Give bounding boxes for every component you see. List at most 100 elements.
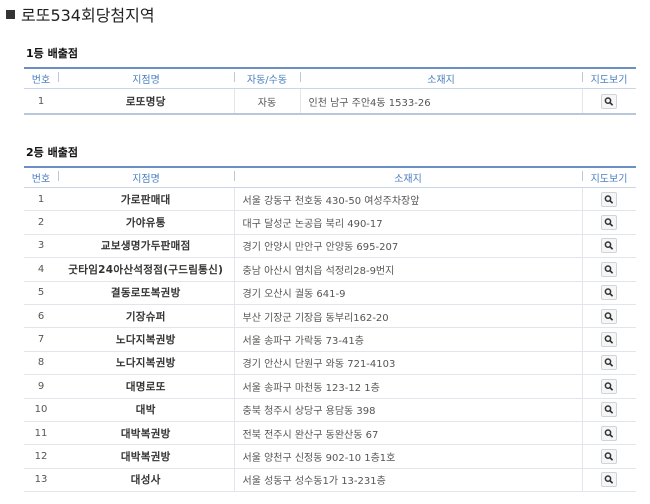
magnifier-icon (604, 475, 614, 485)
magnifier-icon (604, 452, 614, 461)
magnifier-icon (604, 241, 614, 251)
table-row: 10 대박 충북 청주시 상당구 용담동 398 (24, 398, 636, 422)
map-cell (581, 281, 636, 305)
magnifier-icon (604, 194, 614, 204)
store-address: 서울 양천구 신정동 902-10 1층1호 (233, 444, 582, 469)
table-row: 1 로또명당 자동 인천 남구 주안4동 1533-26 (24, 88, 636, 115)
map-view-button[interactable] (601, 215, 618, 231)
store-address: 충북 청주시 상당구 용담동 398 (233, 398, 582, 422)
col-store-name: 지점명 (58, 67, 234, 89)
store-name: 대박 (58, 398, 234, 422)
table-row: 9 대명로또 서울 송파구 마천동 123-12 1층 (24, 374, 636, 399)
store-address: 충남 아산시 염치읍 석정리28-9번지 (233, 257, 582, 282)
store-name: 굿타임24아산석정점(구드림통신) (58, 257, 234, 282)
map-view-button[interactable] (601, 448, 618, 464)
page-title: 로또534회당첨지역 (6, 2, 155, 26)
row-number: 4 (24, 257, 58, 282)
table-header-row: 번호 지점명 자동/수동 소재지 지도보기 (24, 67, 636, 89)
store-name: 결동로또복권방 (58, 281, 234, 305)
map-view-button[interactable] (601, 308, 618, 324)
map-cell (581, 88, 636, 115)
store-address: 경기 안산시 단원구 와동 721-4103 (233, 351, 582, 376)
magnifier-icon (604, 405, 614, 415)
col-number: 번호 (24, 67, 58, 89)
table-row: 1 가로판매대 서울 강동구 천호동 430-50 여성주차장앞 (24, 187, 636, 212)
map-cell (581, 421, 636, 446)
store-name: 대박복권방 (58, 444, 234, 469)
table-row: 6 기장슈퍼 부산 기장군 기장읍 동부리162-20 (24, 304, 636, 329)
store-name: 노다지복권방 (58, 327, 234, 352)
map-view-button[interactable] (601, 332, 618, 348)
row-number: 2 (24, 210, 58, 235)
store-address: 서울 강동구 천호동 430-50 여성주차장앞 (233, 187, 582, 212)
store-address: 인천 남구 주안4동 1533-26 (299, 88, 582, 115)
store-name: 가로판매대 (58, 187, 234, 212)
store-name: 기장슈퍼 (58, 304, 234, 329)
row-number: 1 (24, 187, 58, 212)
map-view-button[interactable] (601, 261, 618, 277)
magnifier-icon (604, 382, 614, 391)
col-auto-manual: 자동/수동 (234, 67, 300, 89)
magnifier-icon (604, 335, 614, 344)
map-view-button[interactable] (601, 378, 618, 394)
map-view-button[interactable] (601, 355, 618, 371)
row-number: 6 (24, 304, 58, 329)
table-row: 8 노다지복권방 경기 안산시 단원구 와동 721-4103 (24, 351, 636, 376)
first-prize-title: 1등 배출점 (26, 47, 78, 60)
map-cell (581, 351, 636, 376)
magnifier-icon (604, 96, 614, 106)
magnifier-icon (604, 265, 614, 274)
col-address: 소재지 (234, 166, 582, 188)
map-cell (581, 210, 636, 235)
store-address: 서울 송파구 마천동 123-12 1층 (233, 374, 582, 399)
second-prize-table: 번호 지점명 소재지 지도보기 1 가로판매대 서울 강동구 천호동 430-50 … (24, 166, 636, 493)
col-address: 소재지 (300, 67, 582, 89)
magnifier-icon (604, 288, 614, 298)
store-address: 서울 성동구 성수동1가 13-231층 (233, 468, 582, 493)
col-map: 지도보기 (582, 67, 636, 89)
map-cell (581, 327, 636, 352)
map-cell (581, 257, 636, 282)
map-view-button[interactable] (601, 191, 618, 207)
table-row: 4 굿타임24아산석정점(구드림통신) 충남 아산시 염치읍 석정리28-9번지 (24, 257, 636, 282)
row-number: 13 (24, 468, 58, 493)
table-row: 5 결동로또복권방 경기 오산시 궐동 641-9 (24, 281, 636, 305)
row-number: 12 (24, 444, 58, 469)
magnifier-icon (604, 311, 614, 321)
magnifier-icon (604, 218, 614, 227)
map-view-button[interactable] (601, 425, 618, 441)
map-view-button[interactable] (601, 93, 618, 109)
map-cell (581, 234, 636, 259)
store-address: 부산 기장군 기장읍 동부리162-20 (233, 304, 582, 329)
map-view-button[interactable] (601, 238, 618, 254)
row-number: 11 (24, 421, 58, 446)
auto-manual-value: 자동 (233, 88, 301, 115)
store-name: 노다지복권방 (58, 351, 234, 376)
col-map: 지도보기 (582, 166, 636, 188)
store-address: 서울 송파구 가락동 73-41층 (233, 327, 582, 352)
table-row: 7 노다지복권방 서울 송파구 가락동 73-41층 (24, 327, 636, 352)
table-row: 3 교보생명가두판매점 경기 안양시 만안구 안양동 695-207 (24, 234, 636, 259)
store-name: 대박복권방 (58, 421, 234, 446)
row-number: 5 (24, 281, 58, 305)
map-cell (581, 374, 636, 399)
first-prize-table: 번호 지점명 자동/수동 소재지 지도보기 1 로또명당 자동 인천 남구 주안4동 … (24, 67, 636, 115)
table-row: 13 대성사 서울 성동구 성수동1가 13-231층 (24, 468, 636, 493)
page-title-text: 로또534회당첨지역 (21, 6, 155, 25)
map-view-button[interactable] (601, 285, 618, 301)
row-number: 9 (24, 374, 58, 399)
row-number: 10 (24, 398, 58, 422)
store-name: 대성사 (58, 468, 234, 493)
table-row: 11 대박복권방 전북 전주시 완산구 동완산동 67 (24, 421, 636, 446)
map-cell (581, 304, 636, 329)
col-store-name: 지점명 (58, 166, 234, 188)
table-row: 2 가야유통 대구 달성군 논공읍 북리 490-17 (24, 210, 636, 235)
map-cell (581, 187, 636, 212)
map-view-button[interactable] (601, 402, 618, 418)
page: 로또534회당첨지역 1등 배출점 번호 지점명 자동/수동 소재지 지도보기 … (0, 0, 650, 504)
map-view-button[interactable] (601, 472, 618, 488)
map-cell (581, 444, 636, 469)
row-number: 8 (24, 351, 58, 376)
map-cell (581, 468, 636, 493)
table-row: 12 대박복권방 서울 양천구 신정동 902-10 1층1호 (24, 444, 636, 469)
